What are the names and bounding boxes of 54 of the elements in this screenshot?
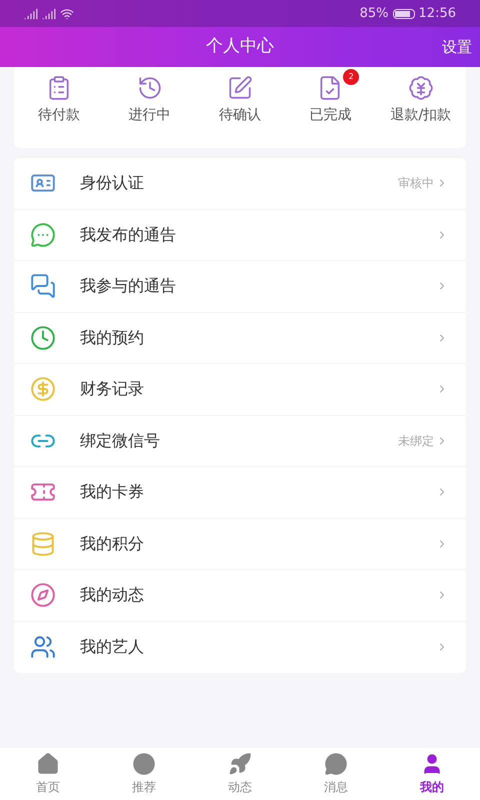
menu-label: 我的预约 — [80, 326, 145, 349]
history-clock-icon — [136, 75, 163, 101]
menu-item[interactable]: 我的卡券 — [14, 467, 466, 518]
menu-item[interactable]: 我参与的通告 — [14, 261, 466, 312]
edit-icon — [227, 75, 254, 101]
chat-bubble-icon — [30, 222, 56, 248]
menu-item[interactable]: 我的预约 — [14, 312, 466, 364]
menu-label: 我的动态 — [80, 584, 145, 606]
signal-icon — [42, 6, 56, 20]
battery-icon — [392, 8, 415, 18]
menu-label: 绑定微信号 — [80, 430, 161, 452]
menu-label: 我的积分 — [80, 532, 145, 555]
chat-icon — [324, 752, 348, 776]
nav-tab[interactable]: 推荐 — [96, 752, 192, 796]
menu-item[interactable]: 我的艺人 — [14, 622, 466, 673]
menu-label: 我参与的通告 — [80, 275, 177, 298]
nav-tab[interactable]: 首页 — [0, 752, 96, 796]
signal-icon — [24, 6, 38, 20]
settings-link[interactable]: 设置 — [442, 36, 472, 58]
order-status-button[interactable]: 待付款 — [14, 67, 104, 126]
menu-item[interactable]: 我的动态 — [14, 570, 466, 622]
menu-label: 身份认证 — [80, 172, 145, 194]
menu-item[interactable]: 我发布的通告 — [14, 210, 466, 261]
clock-time: 12:56 — [418, 4, 456, 23]
nav-tab[interactable]: 动态 — [192, 752, 288, 796]
nav-tab[interactable]: 我的 — [384, 752, 480, 796]
status-text: 未绑定 — [398, 432, 434, 450]
order-status-button[interactable]: 进行中 — [104, 67, 195, 126]
count-badge: 2 — [343, 69, 360, 85]
order-status-button[interactable]: 已完成 2 — [285, 67, 376, 126]
wifi-icon — [60, 6, 74, 20]
menu-label: 我的艺人 — [80, 636, 145, 658]
menu-item[interactable]: 绑定微信号 未绑定 — [14, 416, 466, 467]
users-icon — [30, 634, 56, 660]
order-status-button[interactable]: 待确认 — [194, 67, 286, 126]
status-text: 审核中 — [398, 175, 434, 192]
nav-tab[interactable]: 消息 — [288, 752, 384, 796]
coin-icon — [30, 376, 56, 402]
order-status-button[interactable]: 退款/扣款 — [376, 67, 466, 126]
menu-item[interactable]: 我的积分 — [14, 518, 466, 570]
rocket-icon — [228, 752, 252, 776]
clock-icon — [30, 324, 56, 351]
menu-label: 我的卡券 — [80, 481, 145, 504]
page-title: 个人中心 — [206, 35, 274, 58]
coin-stack-icon — [30, 530, 56, 557]
menu-label: 我发布的通告 — [80, 224, 177, 246]
menu-item[interactable]: 财务记录 — [14, 364, 466, 416]
home-icon — [36, 752, 60, 776]
compass-icon — [30, 582, 56, 608]
menu-item[interactable]: 身份认证 审核中 — [14, 158, 466, 210]
chat-bubbles-icon — [30, 273, 56, 300]
yen-badge-icon — [408, 75, 434, 101]
battery-percent: 85% — [360, 4, 389, 23]
menu-label: 财务记录 — [80, 378, 145, 400]
